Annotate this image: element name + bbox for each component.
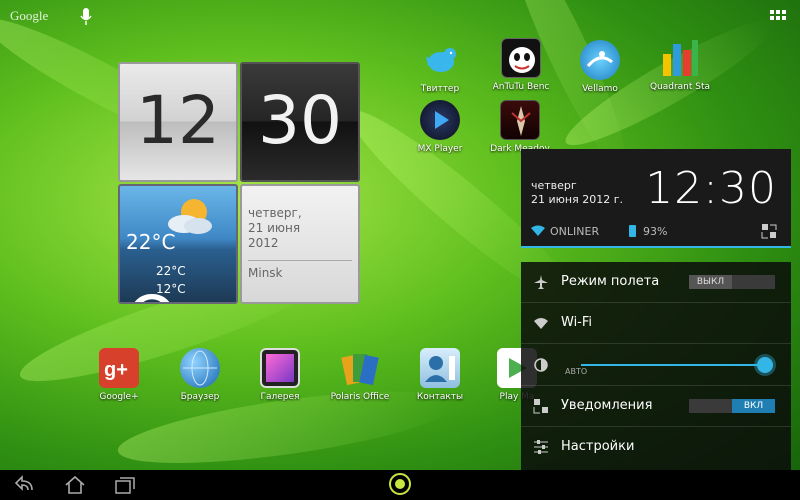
wifi-signal-icon bbox=[531, 225, 545, 236]
settings-sliders-icon bbox=[534, 440, 548, 454]
airplane-icon bbox=[534, 275, 548, 289]
airplane-mode-row[interactable]: Режим полета ВЫКЛ bbox=[521, 262, 791, 303]
mx-player-icon bbox=[420, 100, 460, 140]
clock-hour: 12 bbox=[136, 82, 220, 159]
weather-card[interactable]: 22°C От22°C до12°C bbox=[118, 184, 238, 304]
app-vellamo[interactable]: Vellamo bbox=[560, 40, 640, 94]
network-name: ONLINER bbox=[550, 225, 600, 238]
google-search-button[interactable]: Google bbox=[10, 8, 48, 24]
notifications-label: Уведомления bbox=[561, 398, 653, 413]
wifi-label: Wi-Fi bbox=[561, 315, 593, 330]
status-time: 12:30 bbox=[645, 163, 777, 214]
app-contacts[interactable]: Контакты bbox=[400, 348, 480, 402]
app-polaris-office[interactable]: Polaris Office bbox=[320, 348, 400, 402]
twitter-icon bbox=[420, 40, 460, 80]
app-quadrant[interactable]: Quadrant Sta bbox=[640, 38, 720, 92]
app-google-plus[interactable]: g+ Google+ bbox=[79, 348, 159, 402]
all-apps-icon[interactable] bbox=[770, 10, 786, 24]
wifi-row[interactable]: Wi-Fi bbox=[521, 303, 791, 344]
app-dark-meadow[interactable]: Dark Meadov bbox=[480, 100, 560, 154]
microphone-icon[interactable] bbox=[80, 7, 92, 27]
battery-icon bbox=[629, 225, 636, 237]
clock-weather-widget[interactable]: 12 30 22°C От22°C до12°C четверг, 21 июн… bbox=[118, 62, 360, 304]
back-icon[interactable] bbox=[14, 475, 36, 495]
clock-minute-card: 30 bbox=[240, 62, 360, 182]
brightness-auto-label[interactable]: АВТО bbox=[565, 367, 587, 376]
gallery-icon bbox=[260, 348, 300, 388]
date-divider bbox=[248, 260, 352, 261]
quadrant-icon bbox=[660, 38, 700, 78]
status-date: 21 июня 2012 г. bbox=[531, 193, 623, 206]
brightness-row[interactable]: АВТО bbox=[521, 344, 791, 386]
polaris-office-icon bbox=[340, 348, 380, 388]
quick-settings-icon[interactable] bbox=[761, 223, 777, 239]
notification-status-panel[interactable]: четверг 21 июня 2012 г. 12:30 ONLINER 93… bbox=[521, 149, 791, 248]
date-text: четверг, 21 июня 2012 bbox=[248, 206, 302, 250]
app-antutu[interactable]: AnTuTu Benc bbox=[481, 38, 561, 92]
svg-text:g+: g+ bbox=[104, 359, 128, 381]
antutu-icon bbox=[501, 38, 541, 78]
brightness-slider[interactable] bbox=[581, 364, 765, 366]
brightness-icon bbox=[534, 358, 548, 372]
app-mx-player[interactable]: MX Player bbox=[400, 100, 480, 154]
browser-icon bbox=[180, 348, 220, 388]
notifications-row[interactable]: Уведомления ВКЛ bbox=[521, 386, 791, 427]
clock-minute: 30 bbox=[258, 82, 342, 159]
app-twitter[interactable]: Твиттер bbox=[400, 40, 480, 94]
notifications-icon bbox=[533, 399, 548, 414]
top-bar: Google bbox=[0, 0, 800, 34]
battery-percent: 93% bbox=[643, 225, 668, 238]
settings-label: Настройки bbox=[561, 439, 635, 454]
current-temperature: 22°C bbox=[126, 230, 176, 254]
app-browser[interactable]: Браузер bbox=[160, 348, 240, 402]
city-label: Minsk bbox=[248, 266, 283, 280]
app-gallery[interactable]: Галерея bbox=[240, 348, 320, 402]
clock-hour-card: 12 bbox=[118, 62, 238, 182]
airplane-mode-toggle[interactable]: ВЫКЛ bbox=[689, 275, 775, 289]
launcher-ring-icon[interactable] bbox=[389, 473, 411, 495]
date-card: четверг, 21 июня 2012 Minsk bbox=[240, 184, 360, 304]
brightness-slider-handle[interactable] bbox=[757, 357, 773, 373]
contacts-icon bbox=[420, 348, 460, 388]
vellamo-icon bbox=[580, 40, 620, 80]
airplane-mode-label: Режим полета bbox=[561, 274, 660, 289]
settings-row[interactable]: Настройки bbox=[521, 427, 791, 468]
dark-meadow-icon bbox=[500, 100, 540, 140]
wifi-icon bbox=[534, 318, 548, 329]
quick-settings-panel: Режим полета ВЫКЛ Wi-Fi АВТО Уведомления… bbox=[521, 262, 791, 470]
home-icon[interactable] bbox=[64, 475, 86, 495]
notifications-toggle[interactable]: ВКЛ bbox=[689, 399, 775, 413]
status-weekday: четверг bbox=[531, 179, 577, 192]
google-plus-icon: g+ bbox=[99, 348, 139, 388]
recent-apps-icon[interactable] bbox=[114, 475, 136, 495]
